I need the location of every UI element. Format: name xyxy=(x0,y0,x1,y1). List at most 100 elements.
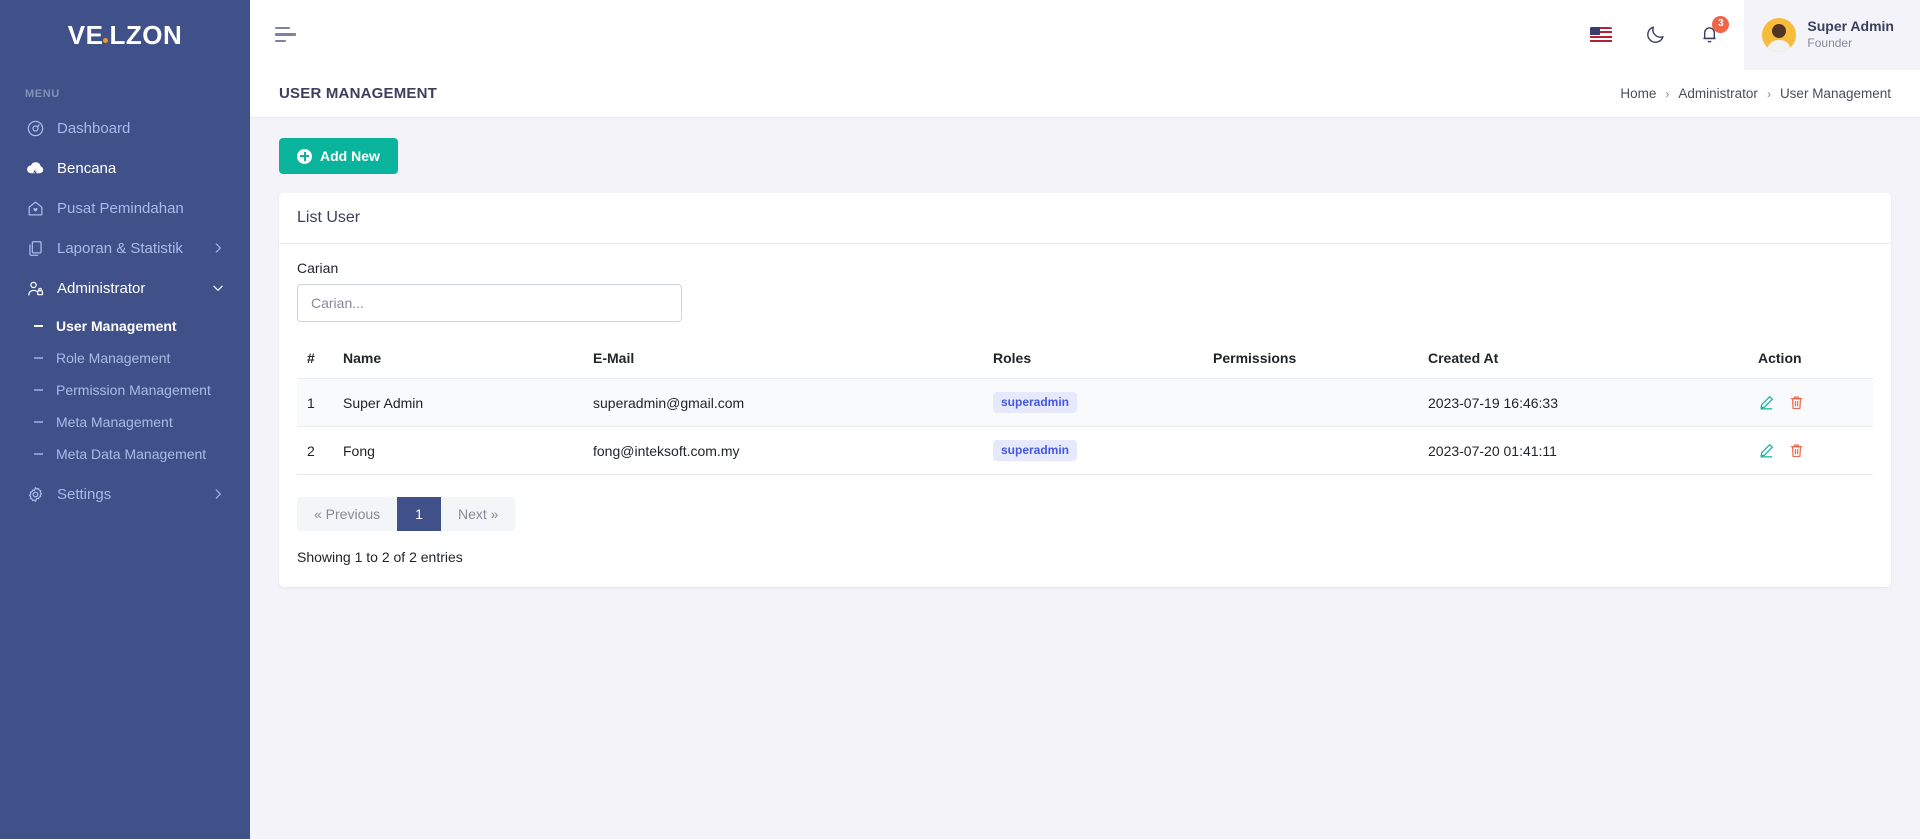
cloud-lightning-icon xyxy=(25,158,45,178)
breadcrumb: Home › Administrator › User Management xyxy=(1620,86,1891,101)
table-header-row: # Name E-Mail Roles Permissions Created … xyxy=(297,342,1873,379)
row-actions xyxy=(1758,442,1863,459)
add-new-button[interactable]: Add New xyxy=(279,138,398,174)
pagination-previous-button[interactable]: « Previous xyxy=(297,497,397,531)
table-row: 2 Fong fong@inteksoft.com.my superadmin … xyxy=(297,427,1873,475)
speedometer-icon xyxy=(25,118,45,138)
sidebar-item-meta-management[interactable]: Meta Management xyxy=(0,406,250,438)
table-body: 1 Super Admin superadmin@gmail.com super… xyxy=(297,379,1873,475)
user-table: # Name E-Mail Roles Permissions Created … xyxy=(297,342,1873,475)
sidebar-item-bencana[interactable]: Bencana xyxy=(0,148,250,188)
hamburger-line xyxy=(275,33,296,36)
column-header-created-at: Created At xyxy=(1418,342,1748,379)
column-header-roles: Roles xyxy=(983,342,1203,379)
page-header: USER MANAGEMENT Home › Administrator › U… xyxy=(250,70,1920,118)
pencil-icon[interactable] xyxy=(1758,442,1775,459)
breadcrumb-item-home[interactable]: Home xyxy=(1620,86,1656,101)
dash-icon xyxy=(34,453,43,455)
breadcrumb-separator-icon: › xyxy=(1767,87,1771,101)
profile-text: Super Admin Founder xyxy=(1807,18,1894,51)
sidebar-subitem-label: Permission Management xyxy=(56,382,211,398)
app-root: velzon MENU Dashboard xyxy=(0,0,1920,839)
cell-created-at: 2023-07-20 01:41:11 xyxy=(1418,427,1748,475)
dash-icon xyxy=(34,389,43,391)
brand-logo-text: velzon xyxy=(68,20,182,51)
sidebar-subitem-label: Meta Management xyxy=(56,414,173,430)
search-label: Carian xyxy=(297,260,1873,276)
flag-canton xyxy=(1590,27,1600,36)
sidebar-menu-label: MENU xyxy=(0,70,250,108)
list-user-card: List User Carian # Name E-Mail Roles Pe xyxy=(279,193,1891,587)
cell-name: Fong xyxy=(333,427,583,475)
notifications-button[interactable]: 3 xyxy=(1688,14,1730,56)
sidebar-item-label: Bencana xyxy=(57,160,225,177)
sidebar-item-dashboard[interactable]: Dashboard xyxy=(0,108,250,148)
cell-email: superadmin@gmail.com xyxy=(583,379,983,427)
card-body: Carian # Name E-Mail Roles Permissions C… xyxy=(279,244,1891,587)
search-input[interactable] xyxy=(297,284,682,322)
pagination-next-button[interactable]: Next » xyxy=(441,497,515,531)
table-row: 1 Super Admin superadmin@gmail.com super… xyxy=(297,379,1873,427)
moon-icon xyxy=(1645,24,1666,45)
hamburger-line xyxy=(275,27,290,30)
add-new-button-label: Add New xyxy=(320,148,380,164)
page-title: USER MANAGEMENT xyxy=(279,85,437,102)
trash-icon[interactable] xyxy=(1788,394,1805,411)
brand-logo-part2: lzon xyxy=(109,20,182,51)
hamburger-icon[interactable] xyxy=(273,21,301,49)
brand-logo[interactable]: velzon xyxy=(0,0,250,70)
dash-icon xyxy=(34,325,43,327)
sidebar-item-role-management[interactable]: Role Management xyxy=(0,342,250,374)
cell-roles: superadmin xyxy=(983,427,1203,475)
sidebar-item-permission-management[interactable]: Permission Management xyxy=(0,374,250,406)
sidebar-item-label: Laporan & Statistik xyxy=(57,240,211,257)
cell-created-at: 2023-07-19 16:46:33 xyxy=(1418,379,1748,427)
cell-action xyxy=(1748,379,1873,427)
sidebar-item-laporan-statistik[interactable]: Laporan & Statistik xyxy=(0,228,250,268)
sidebar-item-settings[interactable]: Settings xyxy=(0,474,250,514)
breadcrumb-separator-icon: › xyxy=(1665,87,1669,101)
chevron-right-icon xyxy=(211,487,225,501)
cell-permissions xyxy=(1203,427,1418,475)
notification-count-badge: 3 xyxy=(1712,16,1729,33)
cell-email: fong@inteksoft.com.my xyxy=(583,427,983,475)
gear-icon xyxy=(25,484,45,504)
sidebar-item-pusat-pemindahan[interactable]: Pusat Pemindahan xyxy=(0,188,250,228)
sidebar-item-user-management[interactable]: User Management xyxy=(0,310,250,342)
theme-toggle-button[interactable] xyxy=(1634,14,1676,56)
sidebar-item-meta-data-management[interactable]: Meta Data Management xyxy=(0,438,250,470)
trash-icon[interactable] xyxy=(1788,442,1805,459)
profile-role: Founder xyxy=(1807,36,1894,51)
hamburger-line xyxy=(275,40,286,43)
cell-action xyxy=(1748,427,1873,475)
sidebar-item-label: Pusat Pemindahan xyxy=(57,200,225,217)
avatar xyxy=(1762,18,1796,52)
column-header-action: Action xyxy=(1748,342,1873,379)
cell-permissions xyxy=(1203,379,1418,427)
language-selector-button[interactable] xyxy=(1580,14,1622,56)
file-copy-icon xyxy=(25,238,45,258)
column-header-name: Name xyxy=(333,342,583,379)
card-title: List User xyxy=(297,209,1873,227)
sidebar-item-label: Administrator xyxy=(57,280,211,297)
main-area: 3 Super Admin Founder USER MANAGEMENT xyxy=(250,0,1920,839)
role-badge: superadmin xyxy=(993,440,1077,461)
home-heart-icon xyxy=(25,198,45,218)
card-header: List User xyxy=(279,193,1891,244)
sidebar-subitem-label: Meta Data Management xyxy=(56,446,206,462)
profile-menu[interactable]: Super Admin Founder xyxy=(1744,0,1920,70)
pagination-page-1[interactable]: 1 xyxy=(397,497,441,531)
sidebar-item-administrator[interactable]: Administrator xyxy=(0,268,250,308)
breadcrumb-item-administrator[interactable]: Administrator xyxy=(1678,86,1758,101)
brand-logo-part1: ve xyxy=(68,20,104,51)
sidebar-subnav-administrator: User Management Role Management Permissi… xyxy=(0,308,250,474)
cell-num: 1 xyxy=(297,379,333,427)
user-settings-icon xyxy=(25,278,45,298)
cell-name: Super Admin xyxy=(333,379,583,427)
entries-summary: Showing 1 to 2 of 2 entries xyxy=(297,549,1873,565)
topbar-actions: 3 Super Admin Founder xyxy=(1574,0,1920,70)
pagination: « Previous 1 Next » xyxy=(297,497,515,531)
sidebar-item-label: Settings xyxy=(57,486,211,503)
cell-roles: superadmin xyxy=(983,379,1203,427)
pencil-icon[interactable] xyxy=(1758,394,1775,411)
